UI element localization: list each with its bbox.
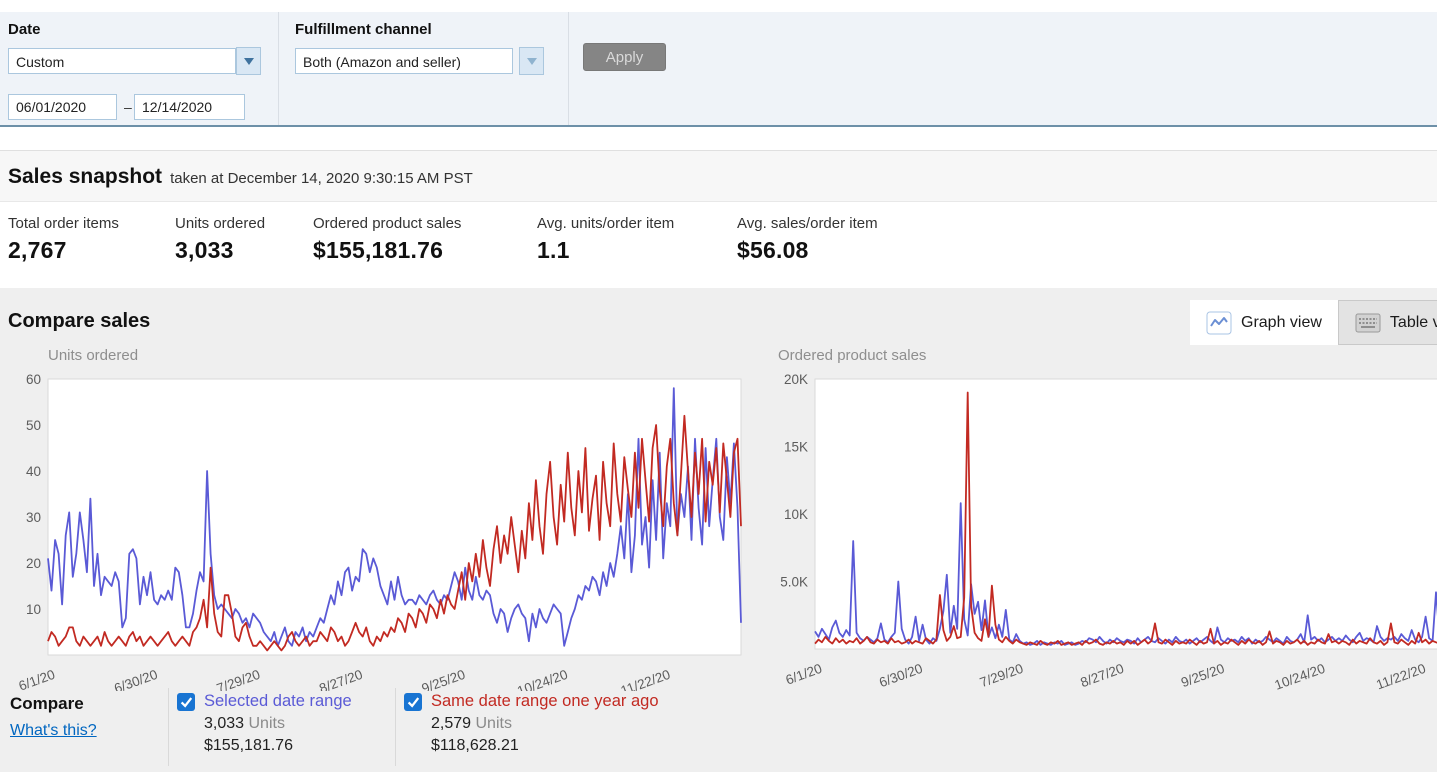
- stat-ordered-product-sales: Ordered product sales $155,181.76: [313, 215, 461, 264]
- svg-text:9/25/20: 9/25/20: [1179, 661, 1226, 691]
- legend-divider: [168, 688, 169, 766]
- svg-text:6/1/20: 6/1/20: [17, 667, 57, 691]
- legend-label: Same date range one year ago: [431, 692, 659, 711]
- stat-value: $155,181.76: [313, 237, 461, 264]
- legend-units: 2,579 Units: [431, 715, 659, 733]
- check-icon: [179, 695, 193, 709]
- table-icon: [1355, 311, 1381, 335]
- svg-text:30: 30: [26, 510, 41, 525]
- svg-text:10K: 10K: [784, 507, 808, 522]
- date-to-input[interactable]: [134, 94, 245, 120]
- stat-label: Total order items: [8, 215, 119, 232]
- stat-value: $56.08: [737, 237, 878, 264]
- stat-value: 2,767: [8, 237, 119, 264]
- filter-divider: [568, 12, 569, 125]
- compare-legend-title: Compare: [10, 694, 84, 714]
- legend-item-year-ago: Same date range one year ago 2,579 Units…: [404, 692, 659, 755]
- check-icon: [406, 695, 420, 709]
- stat-label: Avg. sales/order item: [737, 215, 878, 232]
- svg-text:7/29/20: 7/29/20: [215, 667, 262, 691]
- stat-label: Ordered product sales: [313, 215, 461, 232]
- legend-units: 3,033 Units: [204, 715, 352, 733]
- svg-text:5.0K: 5.0K: [780, 575, 808, 590]
- sales-snapshot-title: Sales snapshot: [8, 165, 162, 189]
- legend-units-value: 2,579: [431, 715, 471, 732]
- ordered-product-sales-chart-canvas[interactable]: 20K 15K 10K 5.0K 6/1/20 6/30/20 7/29/20 8/27/20…: [770, 343, 1437, 691]
- svg-text:10/24/20: 10/24/20: [1273, 661, 1328, 691]
- filter-divider: [278, 12, 279, 125]
- legend-units-word: Units: [249, 715, 285, 732]
- compare-sales-title: Compare sales: [8, 310, 150, 333]
- fulfillment-filter-label: Fulfillment channel: [295, 21, 432, 38]
- legend-units-value: 3,033: [204, 715, 244, 732]
- date-preset-dropdown-button[interactable]: [236, 47, 261, 75]
- svg-text:15K: 15K: [784, 440, 808, 455]
- table-view-button[interactable]: Table view: [1338, 300, 1437, 345]
- legend-sales: $118,628.21: [431, 737, 659, 755]
- svg-text:11/22/20: 11/22/20: [619, 667, 673, 691]
- date-preset-select[interactable]: Custom: [8, 48, 236, 74]
- svg-text:8/27/20: 8/27/20: [1078, 661, 1125, 691]
- stat-avg-units-per-order: Avg. units/order item 1.1: [537, 215, 674, 264]
- svg-text:40: 40: [26, 464, 41, 479]
- stat-label: Avg. units/order item: [537, 215, 674, 232]
- stat-value: 1.1: [537, 237, 674, 264]
- svg-text:10: 10: [26, 602, 41, 617]
- units-ordered-chart: Units ordered 60 50 40 30 20 10 6/1/20 6/30/20 7…: [8, 343, 756, 696]
- graph-view-label: Graph view: [1241, 314, 1322, 332]
- svg-text:60: 60: [26, 372, 41, 387]
- stat-total-order-items: Total order items 2,767: [8, 215, 119, 264]
- fulfillment-select[interactable]: Both (Amazon and seller): [295, 48, 513, 74]
- ordered-product-sales-chart: Ordered product sales 20K 15K 10K 5.0K 6/1/2…: [770, 343, 1437, 691]
- svg-text:6/30/20: 6/30/20: [877, 661, 924, 691]
- svg-text:9/25/20: 9/25/20: [420, 667, 467, 691]
- apply-button[interactable]: Apply: [583, 43, 666, 71]
- svg-text:20K: 20K: [784, 372, 808, 387]
- units-ordered-chart-title: Units ordered: [48, 347, 138, 364]
- filter-panel: Date Custom – Fulfillment channel Both (…: [0, 12, 1437, 127]
- legend-units-word: Units: [476, 715, 512, 732]
- svg-text:6/30/20: 6/30/20: [112, 667, 159, 691]
- svg-text:7/29/20: 7/29/20: [978, 661, 1025, 691]
- stat-units-ordered: Units ordered 3,033: [175, 215, 265, 264]
- whats-this-link[interactable]: What's this?: [10, 722, 97, 740]
- stat-label: Units ordered: [175, 215, 265, 232]
- svg-text:6/1/20: 6/1/20: [784, 661, 824, 688]
- legend-label: Selected date range: [204, 692, 352, 711]
- date-from-input[interactable]: [8, 94, 117, 120]
- svg-text:11/22/20: 11/22/20: [1374, 661, 1428, 691]
- fulfillment-dropdown-button[interactable]: [519, 47, 544, 75]
- compare-sales-section: Compare sales Graph view Table view Unit…: [0, 288, 1437, 772]
- svg-text:20: 20: [26, 556, 41, 571]
- business-reports-page: { "filters": { "date": { "label": "Date"…: [0, 0, 1437, 783]
- svg-text:50: 50: [26, 418, 41, 433]
- table-view-label: Table view: [1390, 314, 1437, 332]
- view-toggle: Graph view Table view: [1190, 300, 1437, 345]
- svg-text:10/24/20: 10/24/20: [515, 667, 570, 691]
- sales-snapshot-header: Sales snapshot taken at December 14, 202…: [0, 150, 1437, 202]
- chevron-down-icon: [527, 58, 537, 65]
- line-chart-icon: [1206, 311, 1232, 335]
- chevron-down-icon: [244, 58, 254, 65]
- legend-sales: $155,181.76: [204, 737, 352, 755]
- legend-divider: [395, 688, 396, 766]
- date-filter-label: Date: [8, 21, 41, 38]
- legend-item-selected-range: Selected date range 3,033 Units $155,181…: [177, 692, 352, 755]
- graph-view-button[interactable]: Graph view: [1190, 300, 1338, 345]
- snapshot-stats-row: Total order items 2,767 Units ordered 3,…: [0, 202, 1437, 288]
- year-ago-checkbox[interactable]: [404, 693, 422, 711]
- stat-avg-sales-per-order: Avg. sales/order item $56.08: [737, 215, 878, 264]
- svg-text:8/27/20: 8/27/20: [317, 667, 364, 691]
- sales-snapshot-timestamp: taken at December 14, 2020 9:30:15 AM PS…: [170, 170, 473, 187]
- ordered-product-sales-chart-title: Ordered product sales: [778, 347, 926, 364]
- selected-range-checkbox[interactable]: [177, 693, 195, 711]
- date-range-dash: –: [124, 99, 132, 115]
- units-ordered-chart-canvas[interactable]: 60 50 40 30 20 10 6/1/20 6/30/20 7/29/20 8/27/20 9…: [8, 343, 756, 691]
- stat-value: 3,033: [175, 237, 265, 264]
